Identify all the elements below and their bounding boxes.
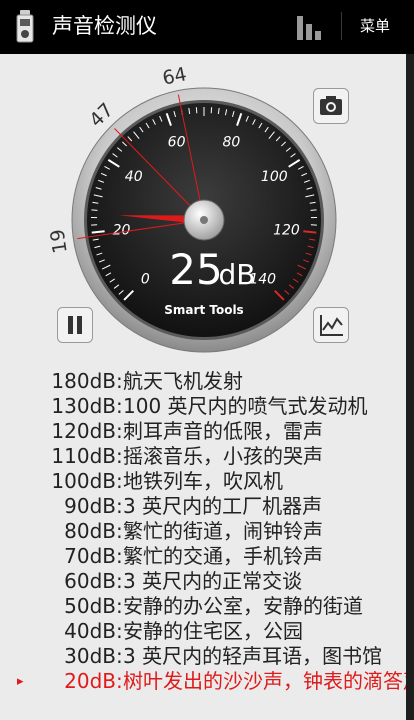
separator: :: [116, 594, 123, 618]
decibel-reference-list: 180dB: 航天飞机发射 130dB:100 英尺内的喷气式发动机 120dB: 刺耳…: [0, 369, 406, 694]
dial-label: 80: [222, 135, 240, 151]
db-value: 120dB: [51, 419, 116, 443]
separator: :: [116, 544, 123, 568]
list-item: 60dB:3 英尺内的正常交谈: [0, 569, 406, 594]
camera-button[interactable]: [313, 88, 349, 124]
list-item: 40dB: 安静的住宅区，公园: [0, 619, 406, 644]
divider: [341, 12, 342, 40]
separator: :: [116, 419, 123, 443]
dial-label: 120: [273, 222, 300, 238]
db-value: 90dB: [64, 494, 116, 518]
list-item: 90dB:3 英尺内的工厂机器声: [0, 494, 406, 519]
reading-unit: dB: [219, 258, 256, 291]
list-item: 80dB: 繁忙的街道，闹钟铃声: [0, 519, 406, 544]
brand-label: Smart Tools: [164, 303, 243, 317]
separator: :: [116, 669, 123, 693]
reference-label: 19: [46, 228, 71, 255]
level-description: 安静的办公室，安静的街道: [123, 594, 363, 618]
db-value: 20dB: [64, 669, 116, 693]
dial-tick: [310, 209, 317, 211]
scrollbar[interactable]: [406, 54, 414, 720]
level-description: 树叶发出的沙沙声，钟表的滴答声: [123, 669, 406, 693]
separator: :: [116, 519, 123, 543]
level-description: 繁忙的交通，手机铃声: [123, 544, 323, 568]
list-item: 120dB: 刺耳声音的低限，雷声: [0, 419, 406, 444]
list-item: 50dB: 安静的办公室，安静的街道: [0, 594, 406, 619]
sound-meter-app-icon[interactable]: [14, 10, 36, 44]
db-value: 130dB: [51, 394, 116, 418]
app-bar: 声音检测仪 菜单: [0, 0, 414, 54]
db-value: 70dB: [64, 544, 116, 568]
list-item: 30dB:3 英尺内的轻声耳语，图书馆: [0, 644, 406, 669]
level-description: 刺耳声音的低限，雷声: [123, 419, 323, 443]
app-title: 声音检测仪: [52, 14, 157, 38]
dial-label: 0: [141, 272, 150, 288]
dial-label: 60: [168, 135, 186, 151]
menu-button[interactable]: 菜单: [360, 16, 390, 36]
list-item: 70dB: 繁忙的交通，手机铃声: [0, 544, 406, 569]
level-description: 100 英尺内的喷气式发动机: [123, 394, 368, 418]
dial-label: 40: [125, 169, 143, 185]
level-description: 3 英尺内的正常交谈: [123, 569, 303, 593]
list-item: 100dB: 地铁列车，吹风机: [0, 469, 406, 494]
db-value: 100dB: [51, 469, 116, 493]
bar-chart-icon[interactable]: [296, 12, 322, 40]
separator: :: [116, 444, 123, 468]
db-value: 50dB: [64, 594, 116, 618]
level-description: 安静的住宅区，公园: [123, 619, 303, 643]
pause-button[interactable]: [57, 307, 93, 343]
dial-label: 20: [113, 222, 131, 238]
level-description: 航天飞机发射: [123, 369, 243, 393]
separator: :: [116, 369, 123, 393]
graph-button[interactable]: [313, 307, 349, 343]
reading-value: 25: [169, 245, 222, 294]
level-description: 摇滚音乐，小孩的哭声: [123, 444, 323, 468]
separator: :: [116, 494, 123, 518]
separator: :: [116, 569, 123, 593]
db-value: 60dB: [64, 569, 116, 593]
list-item: 110dB: 摇滚音乐，小孩的哭声: [0, 444, 406, 469]
db-value: 80dB: [64, 519, 116, 543]
separator: :: [116, 394, 123, 418]
list-item: 130dB:100 英尺内的喷气式发动机: [0, 394, 406, 419]
level-description: 3 英尺内的工厂机器声: [123, 494, 323, 518]
db-value: 30dB: [64, 644, 116, 668]
dial-label: 100: [261, 169, 288, 185]
dial-tick: [91, 209, 98, 211]
level-description: 地铁列车，吹风机: [123, 469, 283, 493]
level-description: 3 英尺内的轻声耳语，图书馆: [123, 644, 383, 668]
level-description: 繁忙的街道，闹钟铃声: [123, 519, 323, 543]
separator: :: [116, 644, 123, 668]
db-value: 110dB: [51, 444, 116, 468]
list-item: ▸ 20dB: 树叶发出的沙沙声，钟表的滴答声: [0, 669, 406, 694]
separator: :: [116, 619, 123, 643]
current-level-marker: ▸: [17, 674, 24, 689]
db-value: 180dB: [51, 369, 116, 393]
db-value: 40dB: [64, 619, 116, 643]
reference-label: 64: [161, 63, 189, 89]
list-item: 180dB: 航天飞机发射: [0, 369, 406, 394]
separator: :: [116, 469, 123, 493]
